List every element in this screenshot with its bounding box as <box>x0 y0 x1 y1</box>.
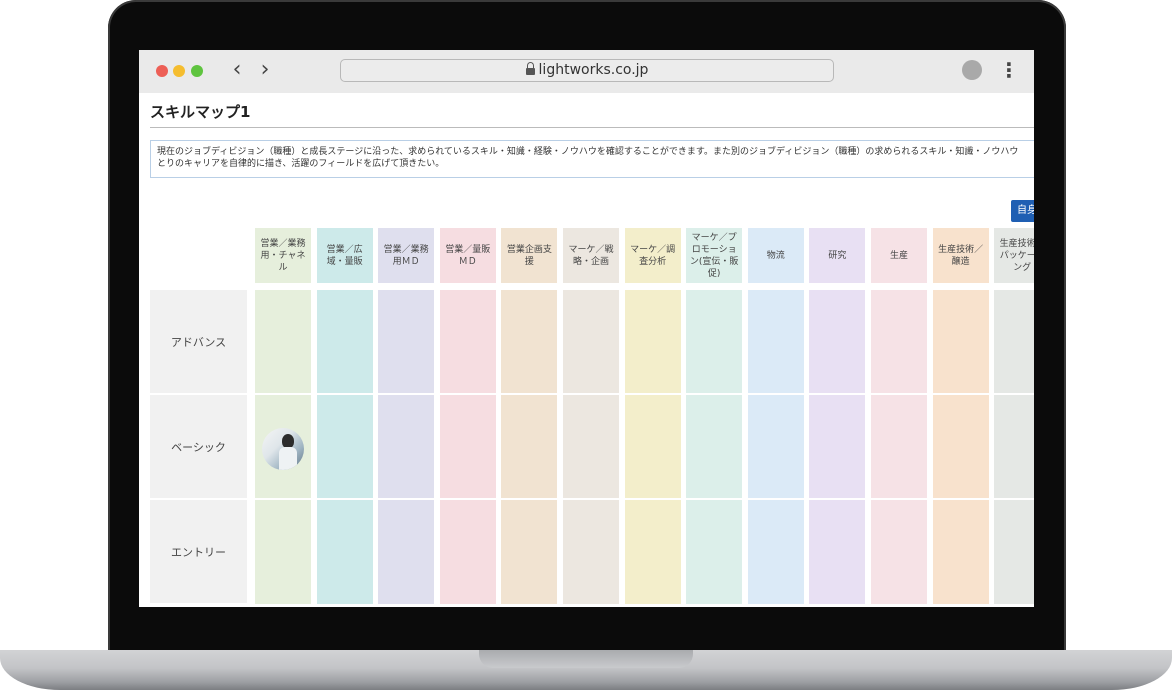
self-button[interactable]: 自身 <box>1011 200 1034 222</box>
column-cells[interactable] <box>686 290 743 604</box>
menu-icon[interactable]: ⋮ <box>999 58 1019 82</box>
column-header[interactable]: 生産 <box>871 228 927 283</box>
back-icon[interactable]: ‹ <box>227 59 247 83</box>
column-header[interactable]: 営業／業務用ＭＤ <box>378 228 435 283</box>
browser-toolbar: ‹ › lightworks.co.jp ⋮ <box>139 50 1034 93</box>
close-window-icon[interactable] <box>156 65 168 77</box>
column-cells[interactable] <box>747 290 804 604</box>
page-title: スキルマップ1 <box>150 103 251 121</box>
column-cells[interactable] <box>932 290 989 604</box>
profile-avatar-icon[interactable] <box>962 60 982 80</box>
url-text: lightworks.co.jp <box>538 62 649 78</box>
description-line: 現在のジョブディビジョン（職種）と成長ステージに沿った、求められているスキル・知… <box>157 147 1019 157</box>
description-line: とりのキャリアを自律的に描き、活躍のフィールドを広げて頂きたい。 <box>157 159 445 169</box>
row-label: アドバンス <box>150 290 247 393</box>
lock-icon <box>525 62 535 75</box>
column-cells[interactable] <box>501 290 558 604</box>
column-header[interactable]: 営業企画支援 <box>501 228 558 283</box>
column-cells[interactable] <box>994 290 1034 604</box>
description-box: 現在のジョブディビジョン（職種）と成長ステージに沿った、求められているスキル・知… <box>150 140 1034 178</box>
column-cells[interactable] <box>378 290 435 604</box>
column-header[interactable]: 営業／広域・量販 <box>316 228 373 283</box>
title-divider <box>150 127 1034 128</box>
forward-icon[interactable]: › <box>255 59 275 83</box>
column-cells[interactable] <box>563 290 619 604</box>
column-header[interactable]: 営業／業務用・チャネル <box>255 228 311 283</box>
column-header[interactable]: マーケ／調査分析 <box>624 228 681 283</box>
column-cells[interactable] <box>809 290 866 604</box>
row-label: ベーシック <box>150 395 247 498</box>
minimize-window-icon[interactable] <box>173 65 185 77</box>
column-header[interactable]: 生産技術／醸造 <box>932 228 989 283</box>
column-header[interactable]: 研究 <box>809 228 866 283</box>
column-cells[interactable] <box>624 290 681 604</box>
screen: ‹ › lightworks.co.jp ⋮ スキルマップ1 現在のジョブディビ… <box>139 50 1034 607</box>
laptop-notch <box>479 650 693 668</box>
current-position-avatar[interactable] <box>262 428 304 470</box>
address-bar[interactable]: lightworks.co.jp <box>340 59 834 82</box>
column-header[interactable]: 物流 <box>747 228 804 283</box>
column-header[interactable]: 営業／量販ＭＤ <box>439 228 496 283</box>
column-header[interactable]: マーケ／戦略・企画 <box>563 228 619 283</box>
maximize-window-icon[interactable] <box>191 65 203 77</box>
column-cells[interactable] <box>439 290 496 604</box>
row-divider <box>150 393 1034 395</box>
column-header[interactable]: マーケ／プロモーション(宣伝・販促) <box>686 228 743 283</box>
row-divider <box>150 498 1034 500</box>
column-header[interactable]: 生産技術／パッケージング <box>994 228 1034 283</box>
column-cells[interactable] <box>871 290 927 604</box>
column-cells[interactable] <box>316 290 373 604</box>
row-label: エントリー <box>150 500 247 603</box>
